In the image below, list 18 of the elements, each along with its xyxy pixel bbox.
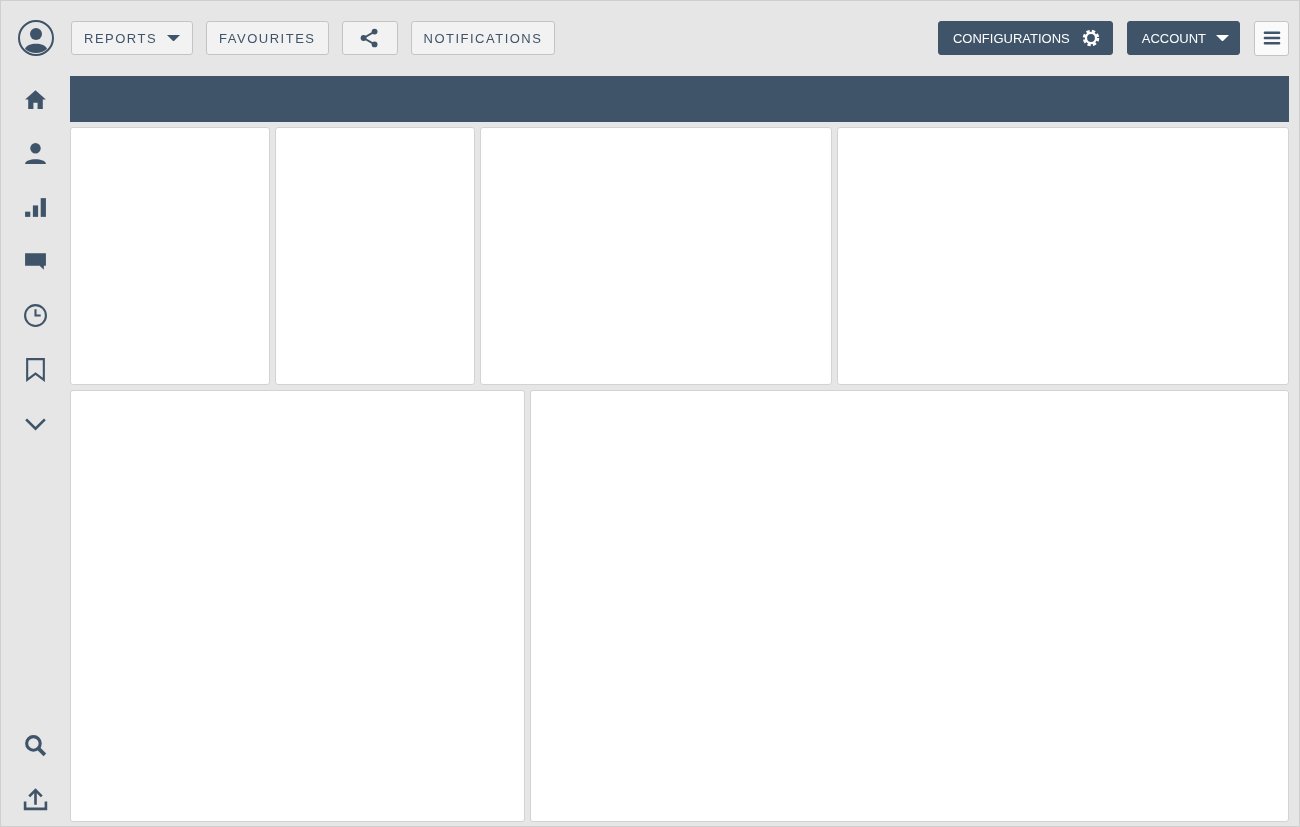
share-icon xyxy=(358,27,381,49)
dropdown-button[interactable]: ACCOUNT xyxy=(1126,21,1240,55)
share-button[interactable] xyxy=(341,21,398,55)
upload-icon[interactable] xyxy=(23,787,48,812)
home-icon[interactable] xyxy=(23,87,48,112)
bookmark-icon[interactable] xyxy=(23,357,48,382)
person-icon[interactable] xyxy=(23,141,48,166)
caret-icon xyxy=(167,34,181,42)
toolbar-button[interactable]: NOTIFICATIONS xyxy=(410,21,556,55)
bar-chart-icon[interactable] xyxy=(23,195,48,220)
caret-icon xyxy=(1216,34,1229,42)
toolbar-button[interactable]: FAVOURITES xyxy=(206,21,329,55)
clock-icon[interactable] xyxy=(23,303,48,328)
dropdown-button[interactable]: REPORTS xyxy=(71,21,194,55)
configurations-button[interactable]: CONFIGURATIONS xyxy=(937,21,1113,55)
menu-button[interactable] xyxy=(1254,20,1289,56)
search-icon[interactable] xyxy=(23,733,48,758)
avatar-icon[interactable] xyxy=(18,20,54,56)
